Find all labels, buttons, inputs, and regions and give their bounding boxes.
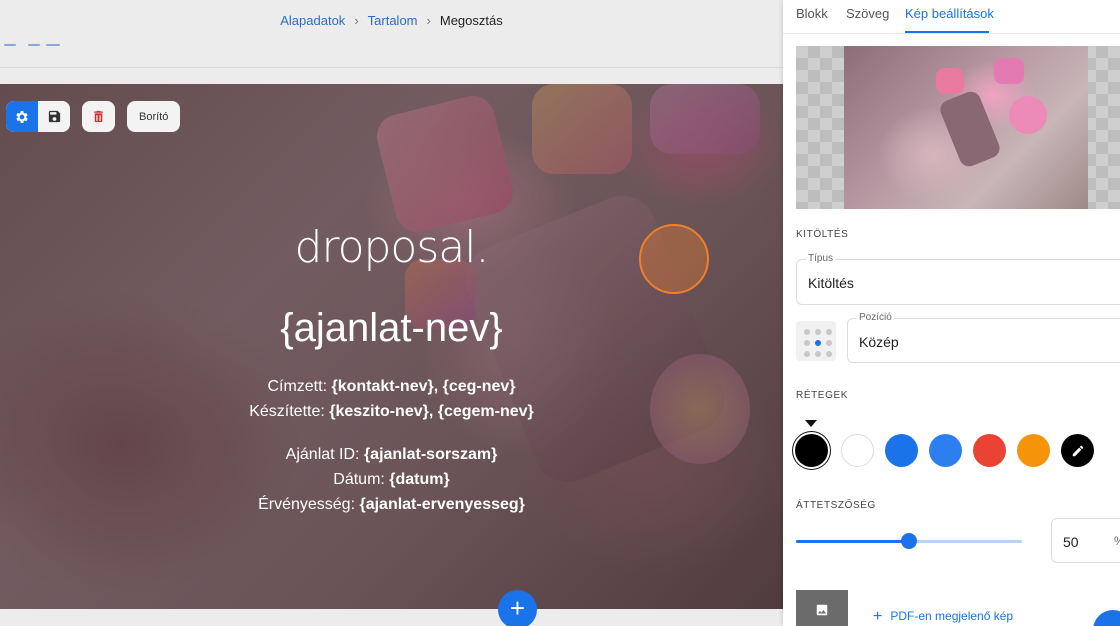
opacity-section-label: ÁTTETSZŐSÉG (796, 500, 876, 511)
swatch-white[interactable] (841, 434, 874, 467)
pencil-icon (1072, 445, 1083, 456)
trash-icon (94, 110, 103, 123)
opacity-slider-handle[interactable] (901, 533, 917, 549)
type-select[interactable]: Típus Kitöltés ▾ (796, 253, 1120, 305)
swatch-blue[interactable] (885, 434, 918, 467)
meta-line-date: Dátum: {datum} (333, 471, 450, 488)
selected-layer-caret-icon (805, 420, 817, 427)
opacity-input[interactable]: 50 % (1051, 518, 1120, 563)
meta-line-author: Készítette: {keszito-nev}, {cegem-nev} (249, 403, 534, 420)
opacity-value: 50 (1063, 534, 1079, 550)
cover-image-thumbnail (844, 46, 1088, 209)
save-button[interactable] (38, 101, 70, 132)
tab-szoveg[interactable]: Szöveg (846, 6, 889, 21)
swatch-light-blue[interactable] (929, 434, 962, 467)
meta-line-id: Ajánlat ID: {ajanlat-sorszam} (285, 446, 498, 463)
proposal-title[interactable]: {ajanlat-nev} (0, 306, 783, 351)
help-chat-button[interactable] (1093, 610, 1120, 626)
chevron-right-icon: › (426, 13, 431, 28)
chevron-right-icon: › (354, 13, 359, 28)
position-select[interactable]: Pozíció Közép ▾ (847, 312, 1120, 363)
fill-section-label: KITÖLTÉS (796, 229, 849, 240)
add-block-button[interactable]: + (498, 590, 537, 626)
meta-line-validity: Érvényesség: {ajanlat-ervenyesseg} (258, 496, 525, 513)
image-preview[interactable] (796, 46, 1120, 209)
gear-icon (16, 110, 28, 123)
active-tab-indicator (905, 31, 989, 33)
cover-slide[interactable]: Borító droposal. {ajanlat-nev} Címzett: … (0, 84, 783, 609)
cover-button[interactable]: Borító (127, 101, 181, 132)
settings-save-group (6, 101, 70, 132)
image-icon (816, 604, 828, 616)
layers-section-label: RÉTEGEK (796, 390, 848, 401)
details-block[interactable]: Ajánlat ID: {ajanlat-sorszam} Dátum: {da… (0, 442, 783, 517)
pdf-image-placeholder[interactable] (796, 590, 848, 626)
scrolled-header-fragment (4, 42, 62, 48)
recipient-block[interactable]: Címzett: {kontakt-nev}, {ceg-nev} Készít… (0, 374, 783, 424)
video-play-marker[interactable] (639, 224, 709, 294)
tab-blokk[interactable]: Blokk (796, 6, 828, 21)
type-select-label: Típus (806, 253, 836, 264)
settings-panel: Blokk Szöveg Kép beállítások KITÖLTÉS Tí… (783, 0, 1120, 626)
position-select-label: Pozíció (857, 312, 894, 323)
swatch-black[interactable] (795, 434, 828, 467)
top-bar: Alapadatok › Tartalom › Megosztás (0, 0, 783, 68)
panel-tabs: Blokk Szöveg Kép beállítások (783, 0, 1120, 34)
breadcrumb: Alapadatok › Tartalom › Megosztás (0, 13, 783, 28)
breadcrumb-current: Megosztás (439, 13, 503, 28)
add-pdf-image-link[interactable]: + PDF-en megjelenő kép (873, 608, 1013, 626)
delete-button[interactable] (82, 101, 115, 132)
custom-color-button[interactable] (1061, 434, 1094, 467)
plus-icon: + (873, 608, 883, 625)
opacity-slider-fill (796, 540, 909, 543)
position-grid[interactable] (796, 321, 836, 361)
opacity-unit: % (1114, 534, 1120, 548)
tab-kep-beallitasok[interactable]: Kép beállítások (905, 6, 994, 21)
swatch-orange[interactable] (1017, 434, 1050, 467)
type-select-value: Kitöltés (808, 275, 854, 291)
save-icon (48, 110, 60, 123)
breadcrumb-alapadatok[interactable]: Alapadatok (280, 13, 345, 28)
meta-line-recipient: Címzett: {kontakt-nev}, {ceg-nev} (267, 378, 516, 395)
breadcrumb-tartalom[interactable]: Tartalom (368, 13, 418, 28)
slide-toolbar: Borító (6, 101, 181, 132)
swatch-red[interactable] (973, 434, 1006, 467)
position-select-value: Közép (859, 334, 899, 350)
opacity-slider[interactable] (796, 533, 1022, 549)
settings-button[interactable] (6, 101, 38, 132)
